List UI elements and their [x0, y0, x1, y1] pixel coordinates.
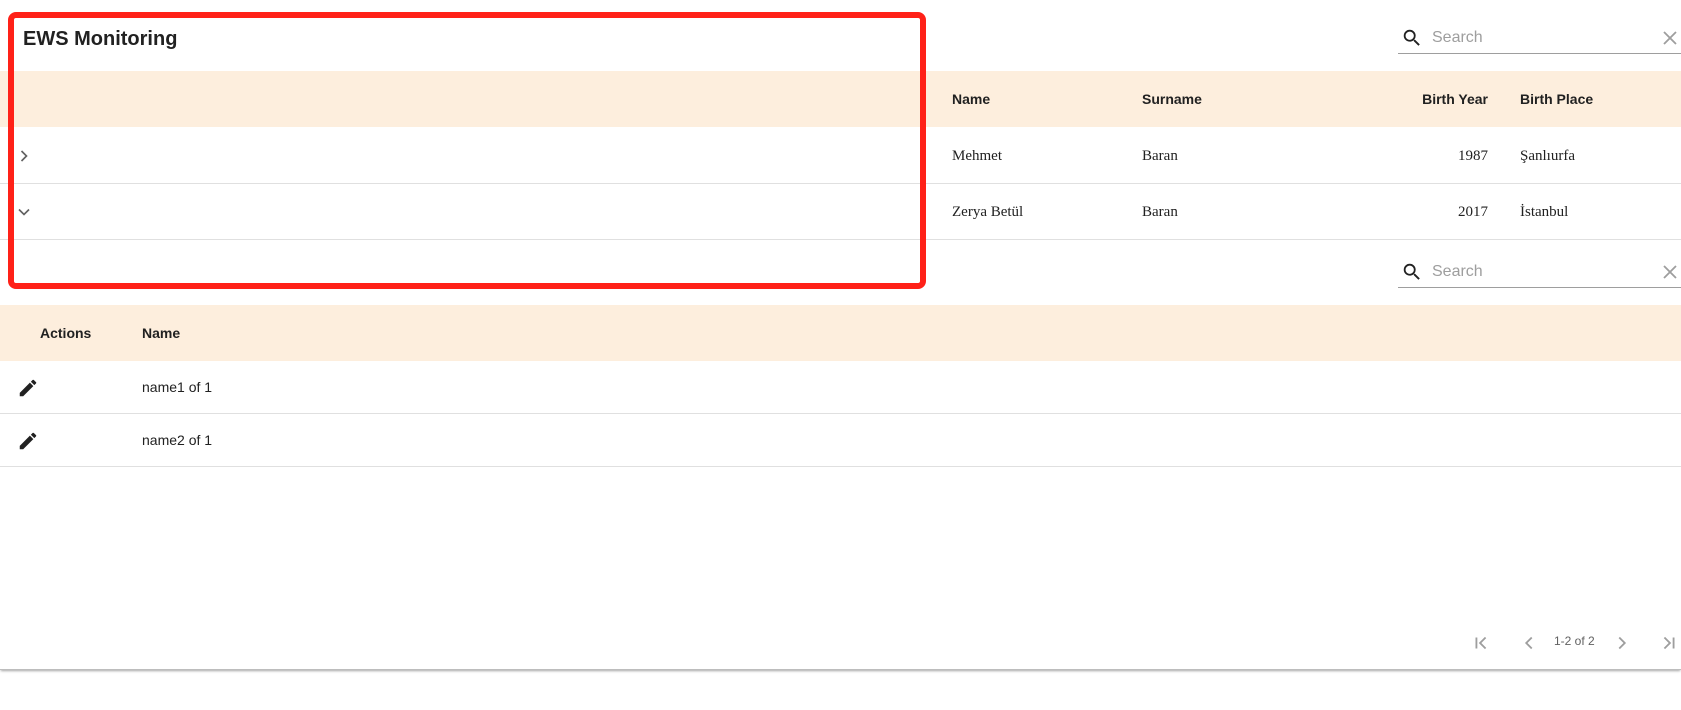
header-detail-name[interactable]: Name [142, 305, 180, 361]
header-name[interactable]: Name [952, 71, 990, 127]
header-birth-year[interactable]: Birth Year [1378, 71, 1488, 127]
page: EWS Monitoring Name Surname Birth Year B… [0, 0, 1681, 710]
cell-birth-place: İstanbul [1520, 204, 1569, 220]
cell-surname: Baran [1142, 204, 1178, 220]
cell-detail-name: name1 of 1 [142, 379, 213, 395]
table-row[interactable]: Mehmet Baran 1987 Şanlıurfa [0, 128, 1681, 184]
people-table-header: Name Surname Birth Year Birth Place [0, 71, 1681, 127]
page-title: EWS Monitoring [23, 28, 178, 50]
detail-table-header: Actions Name [0, 305, 1681, 361]
table-card: EWS Monitoring Name Surname Birth Year B… [0, 0, 1681, 670]
search-icon [1403, 29, 1420, 46]
table-row[interactable]: name1 of 1 [0, 361, 1681, 414]
paginator-range: 1-2 of 2 [1554, 634, 1595, 648]
clear-icon[interactable] [1662, 264, 1678, 280]
chevron-down-icon[interactable] [14, 202, 34, 222]
last-page-icon[interactable] [1658, 632, 1680, 654]
table-row[interactable]: name2 of 1 [0, 414, 1681, 467]
cell-name: Zerya Betül [952, 204, 1024, 220]
search-field-detail[interactable] [1398, 256, 1681, 288]
next-page-icon[interactable] [1611, 632, 1633, 654]
cell-birth-place: Şanlıurfa [1520, 148, 1575, 164]
chevron-right-icon[interactable] [14, 146, 34, 166]
cell-name: Mehmet [952, 148, 1002, 164]
header-surname[interactable]: Surname [1142, 71, 1202, 127]
search-icon [1403, 263, 1420, 280]
table-row[interactable]: Zerya Betül Baran 2017 İstanbul [0, 184, 1681, 240]
edit-icon[interactable] [17, 377, 39, 399]
cell-surname: Baran [1142, 148, 1178, 164]
clear-icon[interactable] [1662, 30, 1678, 46]
search-input-top[interactable] [1432, 26, 1652, 50]
cell-birth-year: 2017 [1458, 204, 1488, 220]
edit-icon[interactable] [17, 430, 39, 452]
cell-detail-name: name2 of 1 [142, 432, 213, 448]
search-field-top[interactable] [1398, 22, 1681, 54]
first-page-icon[interactable] [1470, 632, 1492, 654]
header-birth-place[interactable]: Birth Place [1520, 71, 1593, 127]
cell-birth-year: 1987 [1458, 148, 1488, 164]
search-input-detail[interactable] [1432, 260, 1652, 284]
previous-page-icon[interactable] [1518, 632, 1540, 654]
header-actions: Actions [40, 325, 92, 341]
